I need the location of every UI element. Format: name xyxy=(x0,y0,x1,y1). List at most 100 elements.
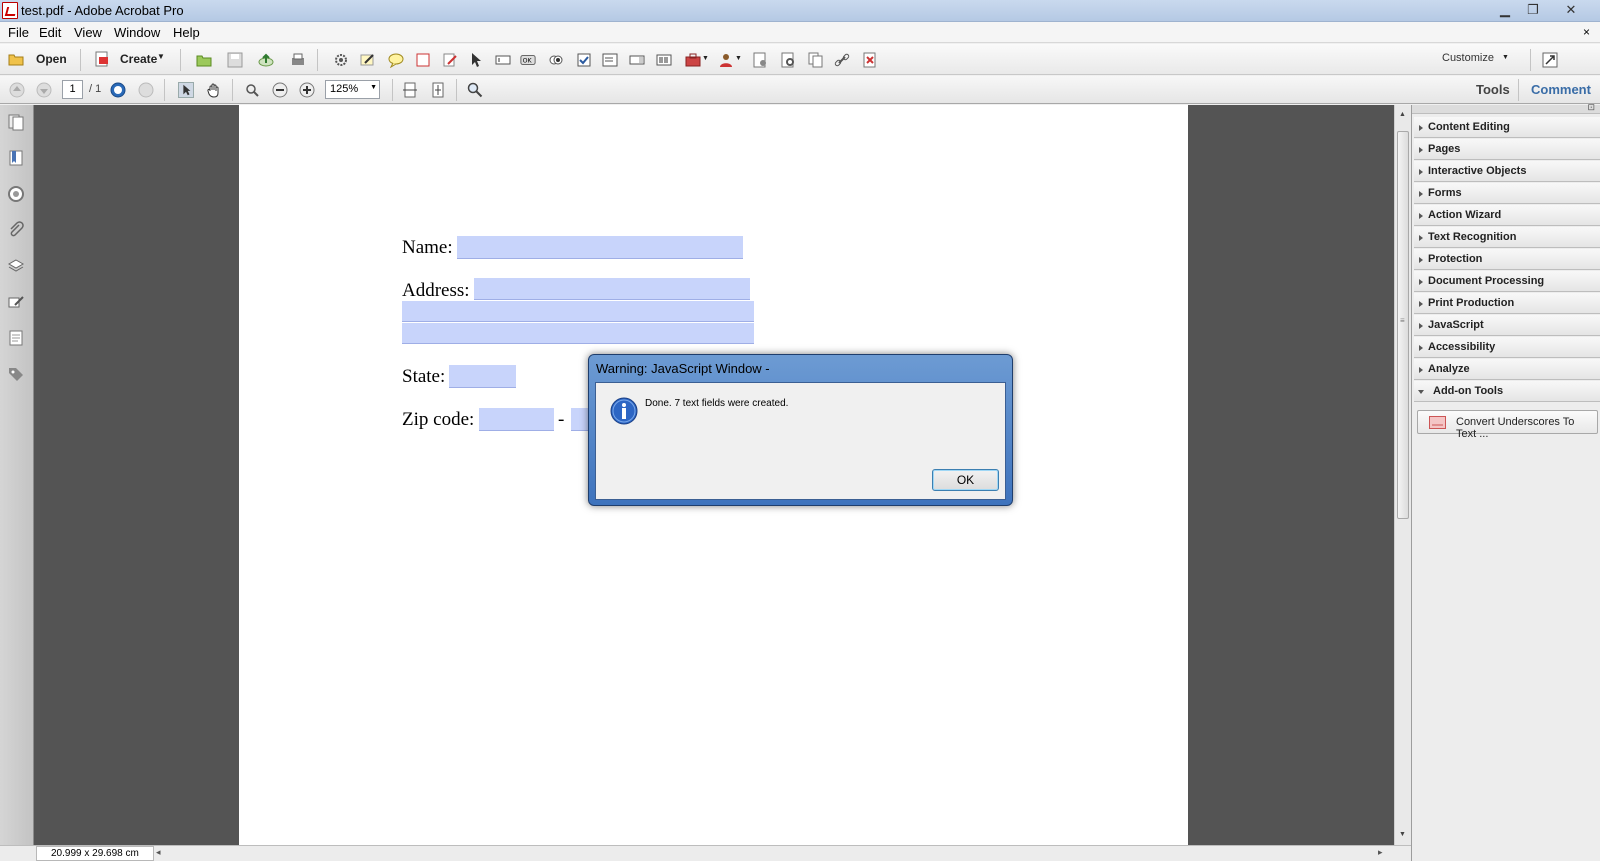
marquee-zoom-icon[interactable] xyxy=(244,82,260,98)
menu-view[interactable]: View xyxy=(74,25,102,40)
hand-tool-icon[interactable] xyxy=(206,82,222,98)
comment-bubble-icon[interactable] xyxy=(388,52,404,68)
multi-document-icon[interactable] xyxy=(808,52,824,68)
list-box-tool-icon[interactable] xyxy=(602,52,618,68)
content-icon[interactable] xyxy=(7,329,25,347)
dropdown-tool-icon[interactable] xyxy=(629,52,645,68)
save-icon[interactable] xyxy=(227,52,243,68)
page-thumbnails-icon[interactable] xyxy=(7,113,25,131)
checkbox-tool-icon[interactable] xyxy=(576,52,592,68)
expand-fullscreen-icon[interactable] xyxy=(1542,52,1558,68)
zoom-level-select[interactable]: 125% ▼ xyxy=(325,80,380,99)
chevron-down-icon[interactable]: ▼ xyxy=(1502,54,1509,61)
section-interactive-objects[interactable]: Interactive Objects xyxy=(1414,161,1600,182)
section-analyze[interactable]: Analyze xyxy=(1414,359,1600,380)
user-icon[interactable] xyxy=(718,52,734,68)
section-document-processing[interactable]: Document Processing xyxy=(1414,271,1600,292)
section-pages[interactable]: Pages xyxy=(1414,139,1600,160)
section-content-editing[interactable]: Content Editing xyxy=(1414,117,1600,138)
crop-page-icon[interactable] xyxy=(415,52,431,68)
menu-help[interactable]: Help xyxy=(173,25,200,40)
address-line3-field[interactable] xyxy=(402,323,754,344)
open-folder-icon[interactable] xyxy=(196,52,212,68)
chevron-down-icon[interactable]: ▼ xyxy=(735,55,742,62)
select-arrow-icon[interactable] xyxy=(468,52,484,68)
radio-button-tool-icon[interactable] xyxy=(548,52,564,68)
upload-cloud-icon[interactable] xyxy=(258,52,274,68)
toolbar-divider xyxy=(1530,49,1531,71)
fit-width-icon[interactable] xyxy=(402,82,418,98)
section-text-recognition[interactable]: Text Recognition xyxy=(1414,227,1600,248)
section-action-wizard[interactable]: Action Wizard xyxy=(1414,205,1600,226)
document-properties-icon[interactable] xyxy=(752,52,768,68)
section-protection[interactable]: Protection xyxy=(1414,249,1600,270)
attachments-paperclip-icon[interactable] xyxy=(7,221,25,239)
open-button[interactable]: Open xyxy=(6,50,68,69)
convert-underscores-tool[interactable]: Convert Underscores To Text ... xyxy=(1417,410,1598,440)
convert-underscores-label: Convert Underscores To Text ... xyxy=(1456,416,1575,440)
button-tool-icon[interactable]: OK xyxy=(520,52,536,68)
text-field-tool-icon[interactable] xyxy=(495,52,511,68)
menu-edit[interactable]: Edit xyxy=(39,25,61,40)
section-print-production[interactable]: Print Production xyxy=(1414,293,1600,314)
scroll-left-arrow-icon[interactable]: ◂ xyxy=(156,847,161,858)
tags-icon[interactable] xyxy=(7,365,25,383)
name-text-field[interactable] xyxy=(457,236,743,259)
signatures-icon[interactable] xyxy=(7,185,25,203)
menu-window[interactable]: Window xyxy=(114,25,160,40)
state-field[interactable] xyxy=(449,365,516,388)
open-label: Open xyxy=(36,52,67,66)
clear-form-icon[interactable] xyxy=(862,52,878,68)
minimize-button[interactable]: ▁ xyxy=(1492,2,1518,19)
select-tool-icon[interactable] xyxy=(178,82,194,98)
zip-code-field[interactable] xyxy=(479,408,554,431)
layers-icon[interactable] xyxy=(7,257,25,275)
scroll-down-arrow-icon[interactable]: ▼ xyxy=(1399,831,1406,838)
create-label: Create xyxy=(120,52,158,66)
menu-file[interactable]: File xyxy=(8,25,29,40)
ok-button[interactable]: OK xyxy=(932,469,999,491)
maximize-button[interactable]: ❐ xyxy=(1520,2,1546,19)
customize-menu[interactable]: Customize xyxy=(1442,52,1494,64)
tab-comment[interactable]: Comment xyxy=(1531,82,1591,97)
page-size-readout: 20.999 x 29.698 cm xyxy=(36,846,154,861)
search-icon[interactable] xyxy=(467,82,483,98)
last-page-icon[interactable] xyxy=(138,82,154,98)
close-window-button[interactable]: ✕ xyxy=(1558,2,1584,19)
previous-page-icon[interactable] xyxy=(9,82,25,98)
address-line1-field[interactable] xyxy=(474,278,750,300)
print-icon[interactable] xyxy=(290,52,306,68)
zoom-in-icon[interactable] xyxy=(299,82,315,98)
toolbar-divider xyxy=(164,79,165,101)
panel-options-icon[interactable]: ⊡ xyxy=(1587,102,1595,113)
section-forms[interactable]: Forms xyxy=(1414,183,1600,204)
vertical-scrollbar[interactable]: ▲ ≡ ▼ xyxy=(1394,105,1411,845)
document-gear-icon[interactable] xyxy=(780,52,796,68)
toolbox-icon[interactable] xyxy=(685,52,701,68)
zoom-out-icon[interactable] xyxy=(272,82,288,98)
tab-tools[interactable]: Tools xyxy=(1476,82,1510,97)
scroll-up-arrow-icon[interactable]: ▲ xyxy=(1399,111,1406,118)
create-button[interactable]: Create ▼ xyxy=(92,50,170,69)
model-tree-icon[interactable] xyxy=(7,293,25,311)
scroll-right-arrow-icon[interactable]: ▸ xyxy=(1378,847,1383,858)
next-page-icon[interactable] xyxy=(36,82,52,98)
bookmarks-icon[interactable] xyxy=(7,149,25,167)
sign-pen-icon[interactable] xyxy=(360,52,376,68)
chevron-down-icon[interactable]: ▼ xyxy=(702,55,709,62)
scrollbar-thumb[interactable]: ≡ xyxy=(1397,131,1409,519)
first-page-icon[interactable] xyxy=(110,82,126,98)
fit-page-icon[interactable] xyxy=(430,82,446,98)
acrobat-app-icon[interactable] xyxy=(2,2,18,19)
close-document-icon[interactable]: × xyxy=(1583,25,1590,39)
edit-document-icon[interactable] xyxy=(442,52,458,68)
settings-gear-icon[interactable] xyxy=(333,52,349,68)
section-javascript[interactable]: JavaScript xyxy=(1414,315,1600,336)
link-icon[interactable] xyxy=(834,52,850,68)
page-number-input[interactable]: 1 xyxy=(62,80,83,99)
address-line2-field[interactable] xyxy=(402,301,754,322)
section-add-on-tools[interactable]: Add-on Tools xyxy=(1414,381,1600,402)
section-accessibility[interactable]: Accessibility xyxy=(1414,337,1600,358)
main-toolbar: Open Create ▼ OK ▼ ▼ Customize ▼ xyxy=(0,44,1600,75)
barcode-tool-icon[interactable] xyxy=(656,52,672,68)
